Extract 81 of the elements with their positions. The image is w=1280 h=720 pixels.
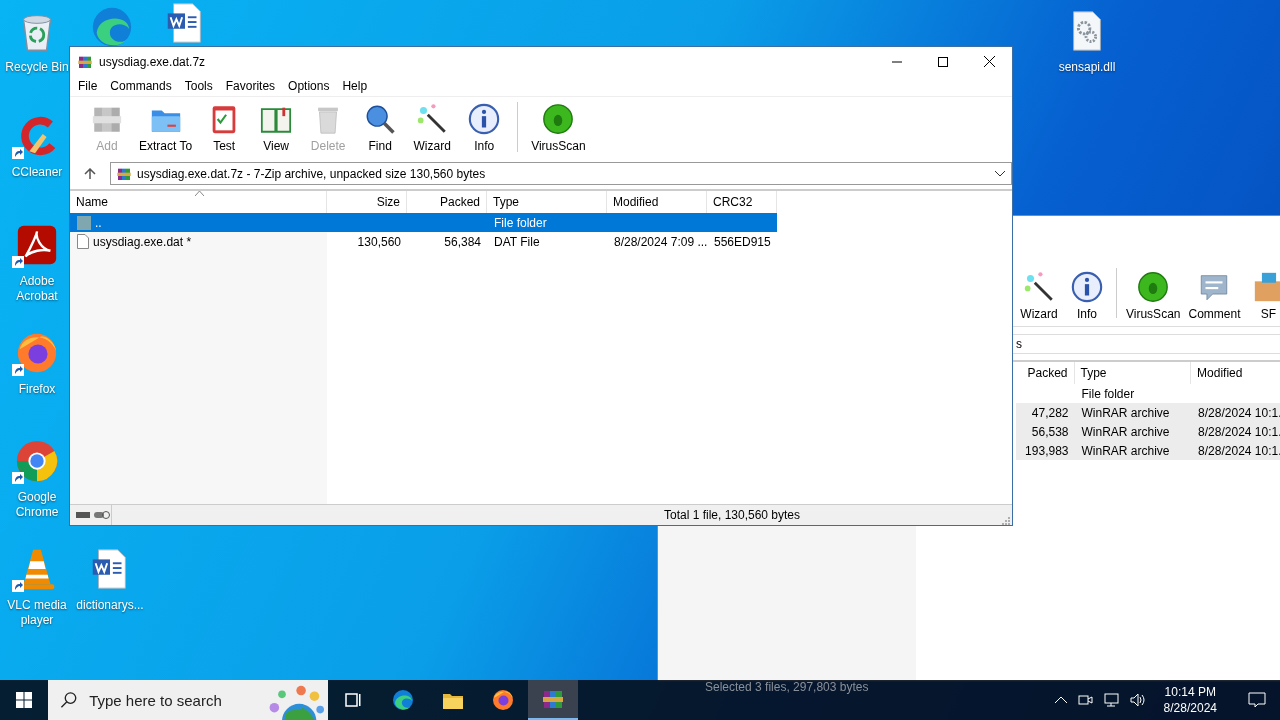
toolbar-button[interactable]: Comment <box>1185 266 1244 323</box>
minimize-icon <box>892 60 902 63</box>
table-cell: 8/28/2024 10:1. <box>1198 443 1280 458</box>
windows-icon <box>16 692 32 708</box>
toolbar-button[interactable]: VirusScan <box>1123 266 1184 323</box>
info-icon <box>1070 270 1104 304</box>
close-icon <box>983 56 995 67</box>
column-header[interactable]: Packed <box>1016 362 1075 384</box>
up-arrow-icon <box>84 167 96 180</box>
table-cell: File folder <box>1081 386 1135 401</box>
maximize-icon <box>938 56 948 67</box>
browser-icon[interactable] <box>14 438 60 484</box>
clock-date[interactable]: 8/28/2024 <box>1163 700 1217 716</box>
shortcut-arrow-icon <box>12 147 24 159</box>
shortcut-arrow-icon <box>12 364 24 376</box>
file-icon <box>77 234 89 249</box>
shortcut-arrow-icon <box>12 256 24 268</box>
table-cell: DAT File <box>494 234 540 249</box>
search-input[interactable]: Type here to search <box>87 690 252 710</box>
menu-item[interactable]: Options <box>288 79 330 93</box>
menu-item[interactable]: Commands <box>110 79 172 93</box>
table-cell: WinRAR archive <box>1081 424 1170 439</box>
menu-item[interactable]: Favorites <box>225 79 276 93</box>
toolbar-button[interactable]: Find <box>357 100 404 155</box>
notification-icon[interactable] <box>1248 692 1266 708</box>
dropdown-icon[interactable] <box>995 170 1005 177</box>
toolbar-button[interactable]: View <box>253 100 300 155</box>
toolbar-button[interactable]: Wizard <box>1016 266 1062 323</box>
file-row[interactable]: 56,538 WinRAR archive 8/28/2024 10:1. <box>1016 422 1280 441</box>
table-cell: 556ED915 <box>714 234 771 249</box>
search-icon <box>60 691 78 709</box>
path-field[interactable]: s <box>1015 335 1280 353</box>
chevron-up-icon[interactable] <box>1053 696 1068 704</box>
search-bar[interactable]: Type here to search <box>48 680 328 720</box>
table-cell: 8/28/2024 10:1. <box>1198 424 1280 439</box>
info-icon <box>467 102 502 136</box>
path-field[interactable]: usysdiag.exe.dat.7z - 7-Zip archive, unpacked size 130,560 bytes <box>110 162 1012 185</box>
camera-icon[interactable] <box>1076 692 1093 708</box>
file-row[interactable]: .. File folder <box>70 213 777 232</box>
clock-time[interactable]: 10:14 PM <box>1164 684 1216 700</box>
table-cell: 56,384 <box>444 234 481 249</box>
toolbar-button[interactable]: Info <box>461 100 508 155</box>
table-cell: WinRAR archive <box>1081 405 1170 420</box>
window-title: usysdiag.exe.dat.7z <box>99 54 207 69</box>
status-text: Selected 3 files, 297,803 bytes <box>705 680 869 694</box>
table-cell: usysdiag.exe.dat * <box>93 234 192 249</box>
status-text: Total 1 file, 130,560 bytes <box>663 508 801 522</box>
drive-icon <box>76 510 110 520</box>
network-icon[interactable] <box>1101 692 1120 708</box>
table-cell: .. <box>95 215 102 230</box>
menu-item[interactable]: Help <box>342 79 368 93</box>
table-cell: 8/28/2024 10:1. <box>1198 405 1280 420</box>
table-cell: File folder <box>494 215 547 230</box>
volume-icon[interactable] <box>1128 692 1147 708</box>
table-cell: WinRAR archive <box>1081 443 1170 458</box>
file-row[interactable]: 47,282 WinRAR archive 8/28/2024 10:1. <box>1016 403 1280 422</box>
toolbar-button[interactable]: Extract To <box>136 100 196 155</box>
table-cell: 130,560 <box>357 234 401 249</box>
table-cell: 56,538 <box>1031 424 1069 439</box>
shortcut-arrow-icon <box>12 472 24 484</box>
table-cell: 47,282 <box>1031 405 1069 420</box>
toolbar-button[interactable]: Info <box>1064 266 1110 323</box>
table-cell: 8/28/2024 7:09 ... <box>614 234 708 249</box>
file-row[interactable]: 193,983 WinRAR archive 8/28/2024 10:1. <box>1016 441 1280 460</box>
menu-item[interactable]: Tools <box>184 79 213 93</box>
file-row[interactable]: usysdiag.exe.dat * 130,560 56,384 DAT File 8/28/2024 7:09 ... 556ED915 <box>70 232 777 251</box>
toolbar-button[interactable]: Test <box>201 100 248 155</box>
browser-icon <box>391 688 415 712</box>
toolbar-button[interactable]: VirusScan <box>528 100 589 155</box>
resize-grip-icon[interactable] <box>1002 517 1010 525</box>
file-row[interactable]: File folder <box>1016 384 1280 403</box>
column-header[interactable]: Type <box>1074 362 1192 384</box>
shortcut-arrow-icon <box>12 580 24 592</box>
desktop-icon-label[interactable]: sensapi.dll <box>1058 60 1116 75</box>
toolbar-button[interactable]: Wizard <box>409 100 456 155</box>
column-header[interactable]: Modified <box>1191 362 1280 384</box>
magic-wand-icon <box>1022 270 1056 304</box>
browser-icon <box>491 688 515 712</box>
table-cell: 193,983 <box>1025 443 1069 458</box>
menu-item[interactable]: File <box>78 79 98 93</box>
toolbar-button[interactable]: SF <box>1245 266 1280 323</box>
